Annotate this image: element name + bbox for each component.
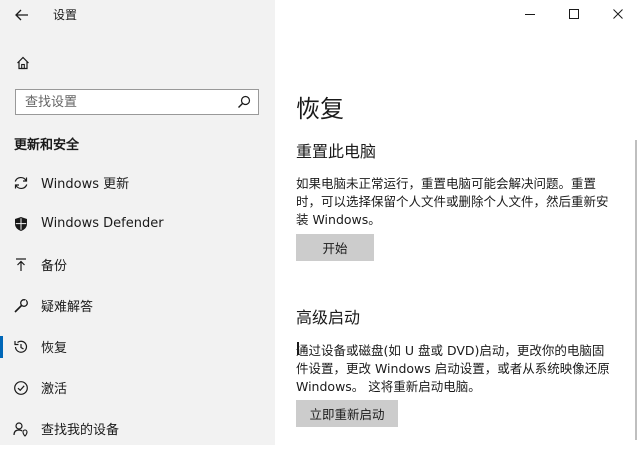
restart-now-button[interactable]: 立即重新启动: [296, 400, 398, 427]
sidebar-item-windows-defender[interactable]: Windows Defender: [0, 203, 275, 244]
window-title: 设置: [53, 8, 78, 22]
sidebar-item-recovery[interactable]: 恢复: [0, 326, 275, 367]
close-button[interactable]: [596, 0, 640, 28]
sidebar-item-troubleshoot[interactable]: 疑难解答: [0, 285, 275, 326]
search-input[interactable]: [16, 90, 235, 114]
backup-arrow-icon: [12, 256, 30, 274]
sidebar-item-label: 备份: [41, 259, 68, 274]
sidebar-item-label: 恢复: [41, 341, 68, 356]
search-icon[interactable]: [236, 94, 252, 110]
reset-pc-description: 如果电脑未正常运行，重置电脑可能会解决问题。重置时，可以选择保留个人文件或删除个…: [296, 176, 609, 227]
minimize-icon: [525, 14, 535, 15]
sidebar-item-label: Windows Defender: [41, 216, 164, 231]
section-heading: 更新和安全: [14, 138, 80, 153]
page-title: 恢复: [296, 95, 344, 123]
back-arrow-icon: [15, 9, 28, 21]
sidebar-item-label: 查找我的设备: [41, 423, 120, 438]
sidebar-item-backup[interactable]: 备份: [0, 244, 275, 285]
reset-pc-heading: 重置此电脑: [296, 142, 377, 161]
sidebar-item-windows-update[interactable]: Windows 更新: [0, 162, 275, 203]
sidebar-item-label: Windows 更新: [41, 177, 130, 192]
main-content: 恢复 重置此电脑 如果电脑未正常运行，重置电脑可能会解决问题。重置时，可以选择保…: [275, 0, 640, 445]
advanced-startup-description: 通过设备或磁盘(如 U 盘或 DVD)启动，更改你的电脑固件设置，更改 Wind…: [296, 343, 610, 394]
search-box[interactable]: [15, 89, 259, 115]
sidebar-item-find-my-device[interactable]: 查找我的设备: [0, 408, 275, 449]
activation-check-icon: [12, 379, 30, 397]
reset-start-button[interactable]: 开始: [296, 234, 374, 261]
sidebar: 设置 更新和安全 Windows 更新: [0, 0, 275, 445]
sidebar-item-activation[interactable]: 激活: [0, 367, 275, 408]
advanced-startup-heading: 高级启动: [296, 308, 361, 327]
scrollbar[interactable]: [635, 140, 637, 440]
sync-icon: [12, 174, 30, 192]
home-icon: [17, 56, 29, 70]
person-location-icon: [12, 420, 30, 438]
sidebar-nav: Windows 更新 Windows Defender 备份 疑难解答 恢复 激…: [0, 162, 275, 449]
sidebar-item-label: 疑难解答: [41, 300, 94, 315]
recovery-icon: [12, 338, 30, 356]
active-indicator: [0, 336, 3, 358]
minimize-button[interactable]: [508, 0, 552, 28]
text-cursor: [297, 342, 299, 355]
close-icon: [613, 9, 623, 19]
maximize-icon: [569, 9, 579, 19]
sidebar-item-label: 激活: [41, 382, 68, 397]
back-button[interactable]: [8, 3, 36, 27]
home-button[interactable]: [13, 53, 33, 73]
window-controls: [508, 0, 640, 28]
maximize-button[interactable]: [552, 0, 596, 28]
wrench-icon: [12, 297, 30, 315]
shield-icon: [12, 215, 30, 233]
